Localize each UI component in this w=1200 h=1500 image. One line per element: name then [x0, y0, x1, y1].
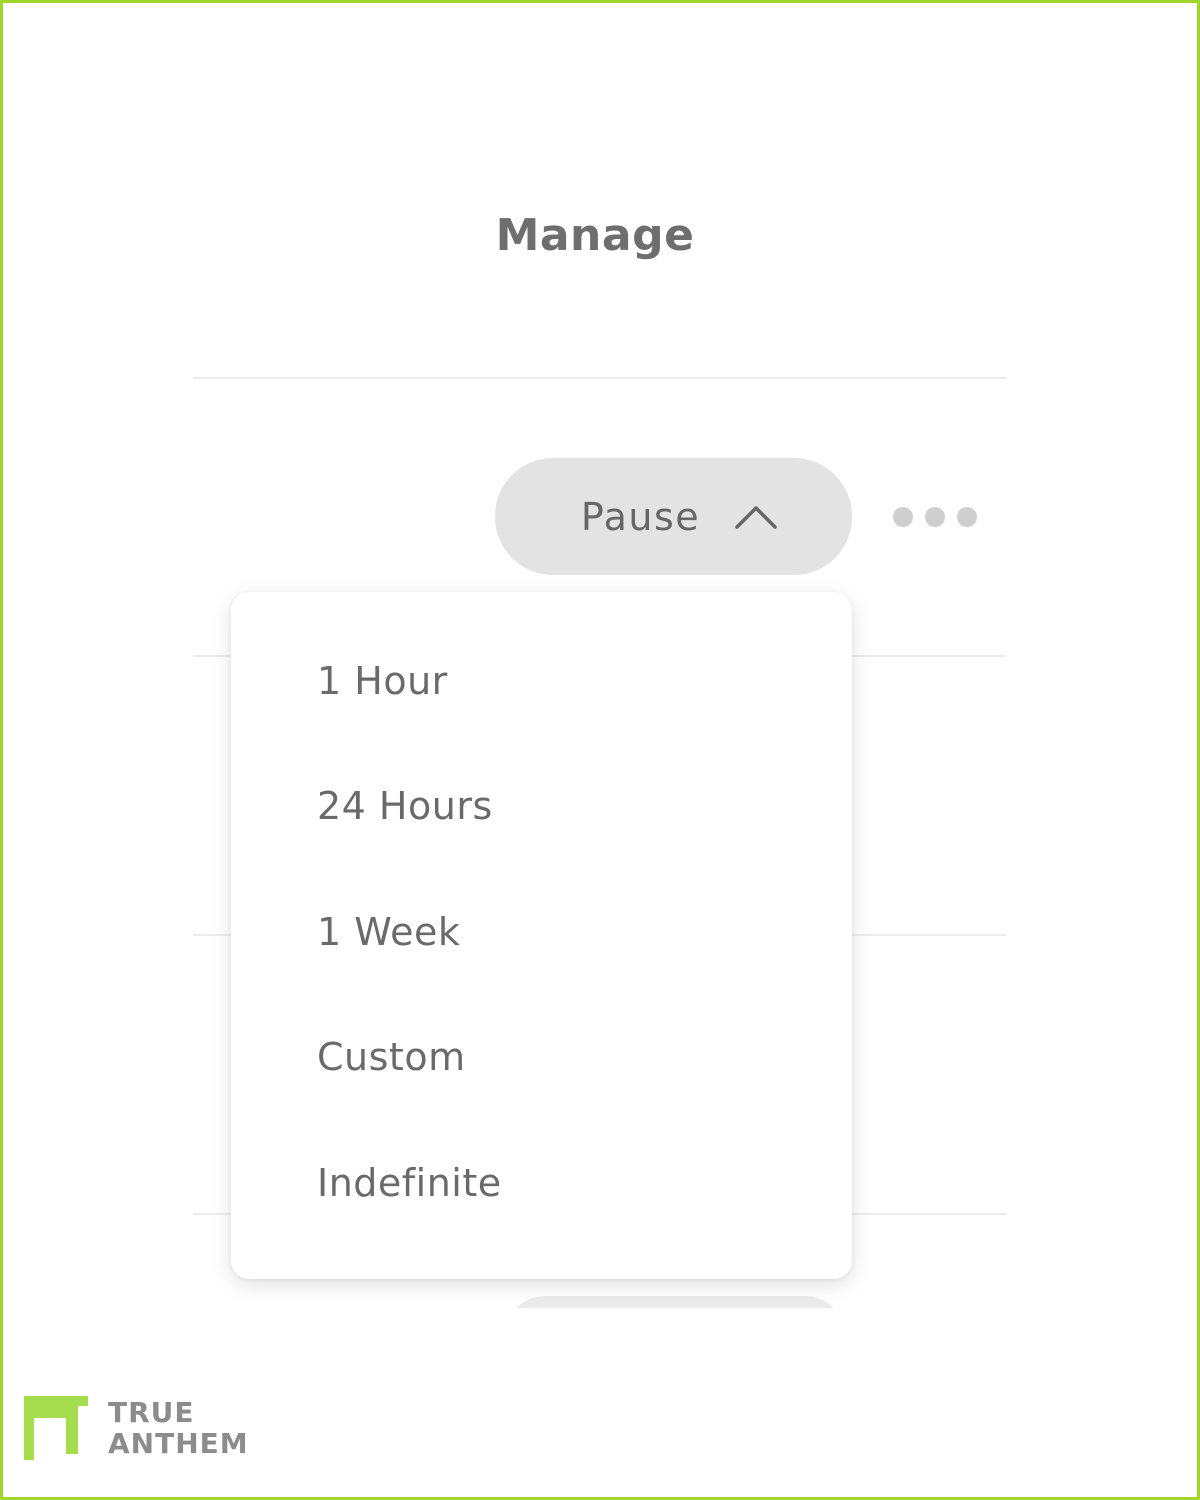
logo-mark-icon: [24, 1396, 88, 1460]
brand-logo: TRUE ANTHEM: [24, 1396, 249, 1460]
logo-wordmark: TRUE ANTHEM: [108, 1397, 249, 1459]
menu-item-24-hours[interactable]: 24 Hours: [317, 783, 493, 829]
more-dot: [925, 507, 945, 527]
more-dot: [893, 507, 913, 527]
logo-line-1: TRUE: [108, 1396, 195, 1429]
scroll-fade: [480, 1308, 880, 1368]
more-horizontal-icon[interactable]: [893, 503, 977, 531]
pause-duration-menu: 1 Hour 24 Hours 1 Week Custom Indefinite: [231, 592, 852, 1279]
menu-item-indefinite[interactable]: Indefinite: [317, 1160, 502, 1206]
more-dot: [957, 507, 977, 527]
menu-item-custom[interactable]: Custom: [317, 1034, 466, 1080]
chevron-up-icon: [735, 505, 777, 529]
divider: [193, 377, 1006, 379]
pause-button-label: Pause: [580, 494, 701, 539]
pause-button[interactable]: Pause: [495, 458, 852, 575]
menu-item-1-hour[interactable]: 1 Hour: [317, 658, 448, 704]
page-title: Manage: [495, 210, 695, 261]
menu-item-1-week[interactable]: 1 Week: [317, 909, 460, 955]
logo-line-2: ANTHEM: [108, 1427, 249, 1460]
